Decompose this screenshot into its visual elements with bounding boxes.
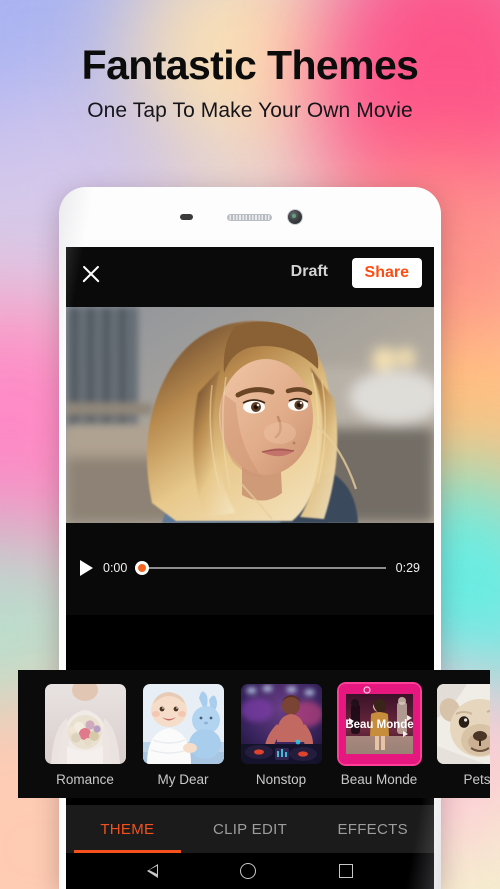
nonstop-thumb-image — [240, 684, 322, 764]
total-time-label: 0:29 — [395, 561, 420, 575]
earpiece-speaker-icon — [227, 214, 272, 221]
theme-item-my-dear[interactable]: My Dear — [134, 684, 232, 788]
bottom-tab-bar: THEME CLIP EDIT EFFECTS — [66, 805, 434, 853]
theme-item-beau-monde[interactable]: Beau Monde Beau Monde — [330, 684, 428, 788]
share-button[interactable]: Share — [351, 258, 422, 288]
draft-button[interactable]: Draft — [291, 263, 328, 281]
theme-thumbnail-beau-monde: Beau Monde — [338, 684, 420, 764]
video-preview[interactable] — [66, 307, 434, 523]
slider-track — [135, 567, 386, 569]
tab-theme-label: THEME — [100, 820, 155, 838]
app-top-bar: Draft Share — [66, 247, 434, 307]
home-icon[interactable] — [240, 863, 257, 879]
slider-thumb[interactable] — [135, 561, 150, 575]
tab-clip-edit-label: CLIP EDIT — [212, 820, 288, 838]
promo-subheadline: One Tap To Make Your Own Movie — [87, 99, 413, 123]
theme-strip: Romance My Dear Nonstop Beau Monde Beau … — [18, 670, 490, 788]
back-icon[interactable] — [147, 864, 159, 878]
theme-item-romance[interactable]: Romance — [36, 684, 134, 788]
proximity-sensor-icon — [180, 214, 193, 220]
theme-thumbnail-romance — [44, 684, 126, 764]
theme-thumbnail-nonstop — [240, 684, 322, 764]
player-controls: 0:00 0:29 — [66, 523, 434, 615]
theme-label-beau-monde: Beau Monde — [340, 772, 418, 787]
promo-headline: Fantastic Themes — [81, 42, 419, 88]
current-time-label: 0:00 — [103, 561, 128, 575]
my-dear-thumb-image — [142, 684, 224, 764]
playback-slider[interactable] — [135, 561, 386, 575]
theme-label-pets: Pets — [463, 772, 490, 787]
theme-label-nonstop: Nonstop — [255, 772, 307, 787]
front-camera-icon — [288, 210, 302, 224]
theme-thumbnail-pets — [436, 684, 490, 764]
recents-icon[interactable] — [338, 864, 353, 878]
tab-theme[interactable]: THEME — [66, 805, 189, 853]
romance-thumb-image — [44, 684, 126, 764]
close-icon[interactable] — [80, 263, 102, 285]
preview-frame-image — [66, 307, 434, 523]
theme-item-pets[interactable]: Pets — [428, 684, 490, 788]
phone-top-bezel — [59, 187, 441, 247]
promo-screenshot: Fantastic Themes One Tap To Make Your Ow… — [0, 0, 500, 889]
play-icon[interactable] — [80, 560, 93, 576]
tab-effects[interactable]: EFFECTS — [311, 805, 434, 853]
promo-text-block: Fantastic Themes One Tap To Make Your Ow… — [0, 42, 500, 123]
android-nav-bar — [66, 853, 434, 889]
theme-carousel[interactable]: Romance My Dear Nonstop Beau Monde Beau … — [18, 670, 490, 798]
svg-text:Beau Monde: Beau Monde — [345, 719, 413, 731]
theme-label-my-dear: My Dear — [157, 772, 209, 787]
tab-clip-edit[interactable]: CLIP EDIT — [189, 805, 312, 853]
pets-thumb-image — [436, 684, 490, 764]
tab-effects-label: EFFECTS — [337, 820, 408, 838]
beau-monde-thumb-image: Beau Monde — [338, 684, 420, 764]
theme-thumbnail-my-dear — [142, 684, 224, 764]
theme-label-romance: Romance — [56, 772, 114, 787]
theme-item-nonstop[interactable]: Nonstop — [232, 684, 330, 788]
